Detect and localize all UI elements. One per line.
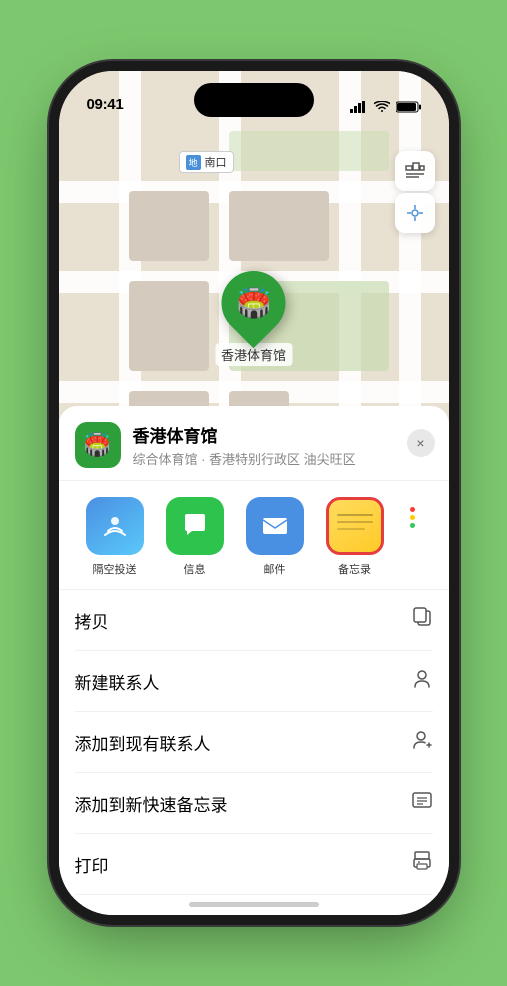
wifi-icon [374,101,390,113]
new-contact-icon [411,667,433,695]
add-existing-action[interactable]: 添加到现有联系人 [75,712,433,773]
copy-svg [411,606,433,628]
airdrop-icon [86,497,144,555]
dynamic-island [194,83,314,117]
quick-note-icon [411,789,433,817]
notes-label: 备忘录 [338,561,371,577]
location-icon [406,204,424,222]
mail-label: 邮件 [264,561,286,577]
add-existing-label: 添加到现有联系人 [75,730,211,755]
share-notes[interactable]: 备忘录 [315,497,395,577]
messages-svg [180,511,210,541]
print-label: 打印 [75,852,109,877]
quick-note-action[interactable]: 添加到新快速备忘录 [75,773,433,834]
battery-icon [396,101,421,113]
share-more-wrapper [395,497,431,577]
status-time: 09:41 [87,96,124,113]
add-existing-icon [411,728,433,756]
new-contact-action[interactable]: 新建联系人 [75,651,433,712]
copy-icon [411,606,433,634]
print-action[interactable]: 打印 [75,834,433,895]
home-indicator [189,902,319,907]
status-icons [350,101,421,113]
share-mail[interactable]: 邮件 [235,497,315,577]
bottom-sheet: 🏟️ 香港体育馆 综合体育馆 · 香港特别行政区 油尖旺区 × 隔空投送 [59,406,449,915]
messages-icon [166,497,224,555]
airdrop-label: 隔空投送 [93,561,137,577]
location-button[interactable] [395,193,435,233]
airdrop-svg [100,511,130,541]
copy-label: 拷贝 [75,608,109,633]
phone-frame: 09:41 [59,71,449,915]
more-dots-indicator [410,507,415,528]
quick-note-label: 添加到新快速备忘录 [75,791,228,816]
new-contact-label: 新建联系人 [75,669,160,694]
map-controls [395,151,435,233]
messages-label: 信息 [184,561,206,577]
mail-svg [260,511,290,541]
stadium-emoji: 🏟️ [236,287,271,320]
location-name: 香港体育馆 [133,422,433,447]
location-venue-icon: 🏟️ [75,422,121,468]
map-type-icon [405,161,425,181]
map-label: 地 南口 [179,151,234,173]
print-icon [411,850,433,878]
share-messages[interactable]: 信息 [155,497,235,577]
pin-circle: 🏟️ [208,258,299,349]
share-airdrop[interactable]: 隔空投送 [75,497,155,577]
print-svg [411,850,433,872]
copy-action[interactable]: 拷贝 [75,590,433,651]
add-contact-svg [411,728,433,750]
location-info: 香港体育馆 综合体育馆 · 香港特别行政区 油尖旺区 [133,422,433,468]
map-label-text: 南口 [205,154,227,170]
notes-icon [326,497,384,555]
close-button[interactable]: × [407,429,435,457]
stadium-pin[interactable]: 🏟️ 香港体育馆 [215,271,292,366]
mail-icon [246,497,304,555]
location-header: 🏟️ 香港体育馆 综合体育馆 · 香港特别行政区 油尖旺区 × [59,406,449,481]
quick-note-svg [411,789,433,811]
map-label-badge: 地 [186,155,201,170]
share-row: 隔空投送 信息 邮件 [59,481,449,590]
signal-icon [350,101,368,113]
location-subtitle: 综合体育馆 · 香港特别行政区 油尖旺区 [133,449,433,468]
new-contact-svg [411,667,433,689]
action-list: 拷贝 新建联系人 添加到现有联系人 [59,590,449,895]
map-type-button[interactable] [395,151,435,191]
